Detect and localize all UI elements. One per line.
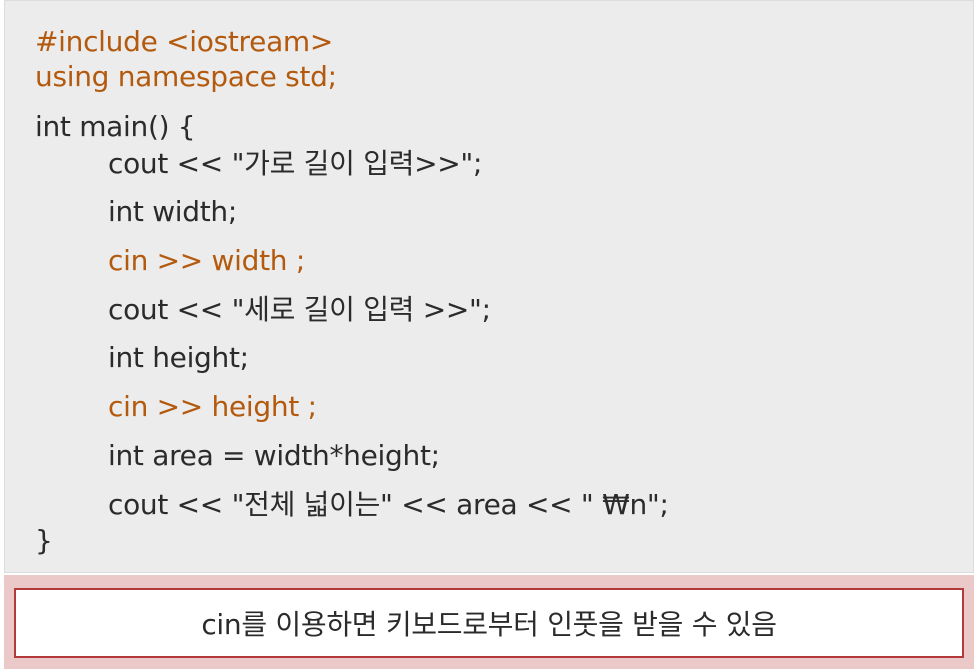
code-line-include: #include <iostream> — [35, 25, 334, 58]
code-line-declare-height: int height; — [108, 341, 249, 374]
code-line-area-calc: int area = width*height; — [108, 439, 440, 472]
code-line-main-signature: int main() { — [35, 110, 196, 143]
note-text: cin를 이용하면 키보드로부터 인풋을 받을 수 있음 — [201, 608, 777, 641]
code-line-cin-height: cin >> height ; — [108, 390, 317, 423]
note-box: cin를 이용하면 키보드로부터 인풋을 받을 수 있음 — [14, 588, 964, 658]
code-line-declare-width: int width; — [108, 195, 238, 228]
code-line-cout-width-prompt: cout << "가로 길이 입력>>"; — [108, 147, 483, 180]
code-line-cout-area: cout << "전체 넓이는" << area << " ₩n"; — [108, 488, 669, 521]
code-line-cin-width: cin >> width ; — [108, 244, 305, 277]
code-panel: #include <iostream> using namespace std;… — [4, 0, 974, 573]
code-line-using-namespace: using namespace std; — [35, 60, 337, 93]
code-line-closing-brace: } — [35, 524, 53, 557]
note-band: cin를 이용하면 키보드로부터 인풋을 받을 수 있음 — [4, 575, 974, 669]
code-line-cout-height-prompt: cout << "세로 길이 입력 >>"; — [108, 293, 491, 326]
